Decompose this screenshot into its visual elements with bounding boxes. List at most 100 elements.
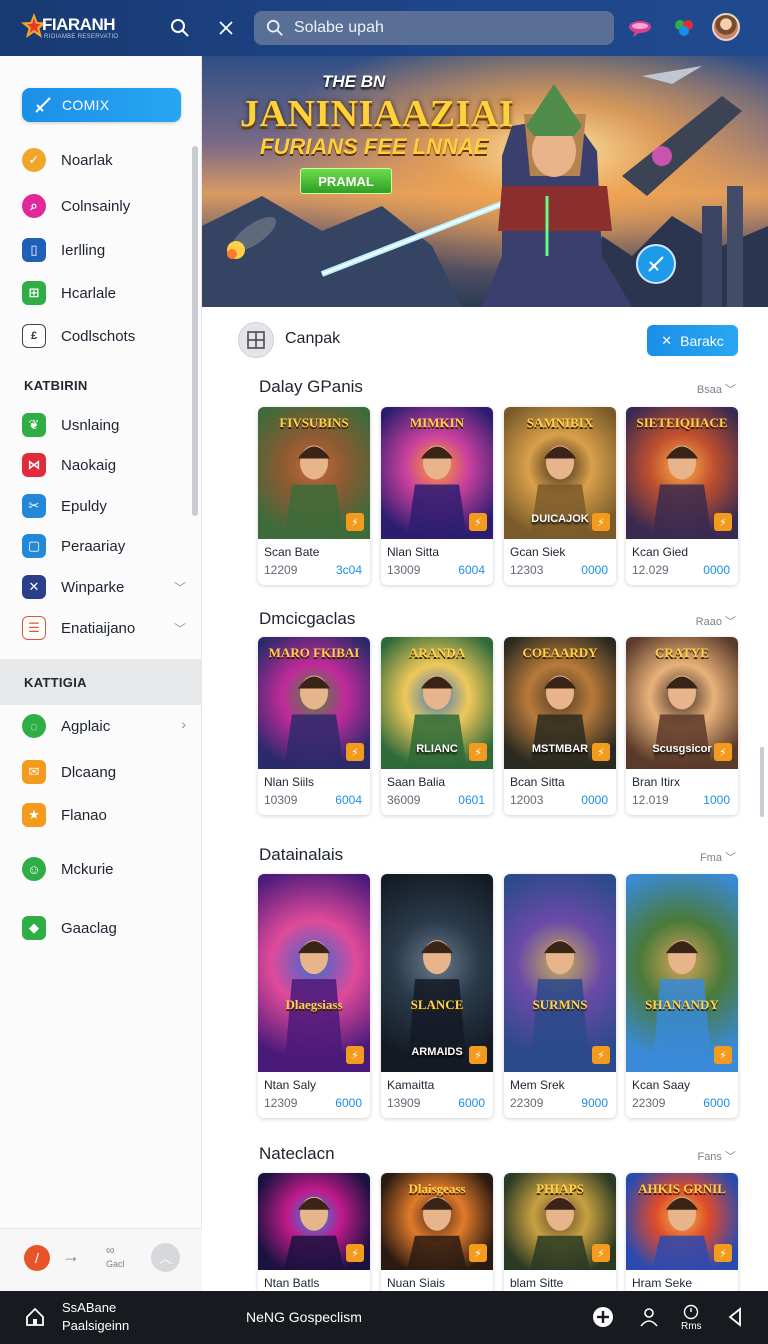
nav-title[interactable]: SsABane [62,1300,116,1315]
search-input[interactable] [294,19,594,37]
game-value: 6004 [458,563,485,577]
game-count: 10309 [264,793,298,807]
bolt-badge-icon: ⚡ [469,1046,487,1064]
bolt-badge-icon: ⚡ [346,1046,364,1064]
chevron-down-icon[interactable]: ﹀ [174,620,186,637]
bolt-badge-icon: ⚡ [714,513,732,531]
apps-icon[interactable] [670,14,698,42]
game-card[interactable]: AHKIS GRNIL ⚡ Hram Seke [626,1173,738,1296]
game-value: 0000 [581,563,608,577]
record-icon[interactable]: / [24,1245,50,1271]
section-heading-kattigia: KATTIGIA [24,675,87,690]
cover-title: SURMNS [532,996,588,1012]
sidebar-item-ierlling[interactable]: ▯ Ierlling [22,235,192,265]
banner-cta-button[interactable]: PRAMAL [300,168,392,194]
chevron-right-icon[interactable]: › [181,716,186,732]
section-more-dropdown[interactable]: Fans ﹀ [697,1148,736,1164]
hero-banner[interactable]: THE BN JANINIAAZIAI FURIANS FEE LNNAE PR… [202,56,768,307]
game-card[interactable]: SURMNS ⚡ Mem Srek 22309 9000 [504,874,616,1118]
game-card[interactable]: FIVSUBINS ⚡ Scan Bate 12209 3c04 [258,407,370,585]
game-count: 12303 [510,563,544,577]
bolt-badge-icon: ⚡ [346,1244,364,1262]
cover-title: FIVSUBINS [279,415,349,430]
section-more-dropdown[interactable]: Raao ﹀ [696,613,736,629]
add-circle-icon[interactable] [590,1304,616,1330]
game-card[interactable]: Dlaisgeass ⚡ Nuan Siais [381,1173,493,1296]
game-value: 0601 [458,793,485,807]
sidebar-item-colnsainly[interactable]: ⌕ Colnsainly [22,191,192,221]
sidebar-item-epuldy[interactable]: ✂ Epuldy [22,491,192,521]
game-card[interactable]: CRATYE Scusgsicor ⚡ Bran Itirx 12.019 1000 [626,637,738,815]
section-more-dropdown[interactable]: Fma ﹀ [700,849,736,865]
sidebar-item-agplaic[interactable]: ◌ Agplaic › [22,711,192,741]
game-name: Nuan Siais [387,1276,446,1290]
app-window: FIARANH RIOIAMBE RESERVATIO COMIX [0,0,768,1344]
sidebar-item-hcarlale[interactable]: ⊞ Hcarlale [22,278,192,308]
game-card[interactable]: ⚡ Ntan Batls [258,1173,370,1296]
chat-bubble-icon[interactable] [626,14,654,42]
close-icon[interactable] [212,14,240,42]
sidebar-item-label: Dlcaang [61,763,117,781]
cover-title: AHKIS GRNIL [638,1181,726,1196]
main-scrollbar[interactable] [760,747,764,817]
game-card[interactable]: SHANANDY ⚡ Kcan Saay 22309 6000 [626,874,738,1118]
sidebar-item-noarlak[interactable]: ✓ Noarlak [22,145,192,175]
arrow-right-icon[interactable]: → [62,1246,80,1267]
cover-title: MIMKIN [409,415,465,430]
game-card[interactable]: ARANDA RLIANC ⚡ Saan Balia 36009 0601 [381,637,493,815]
sidebar-item-enatiaijano[interactable]: ☰ Enatiaijano ﹀ [22,613,192,643]
game-cover-image: PHIAPS ⚡ [504,1173,616,1270]
sidebar-item-dlcaang[interactable]: ✉ Dlcaang [22,757,192,787]
link-icon[interactable]: ∞ [106,1243,115,1257]
sidebar-scrollbar[interactable] [192,146,198,516]
sidebar-item-codlschots[interactable]: £ Codlschots [22,321,192,351]
search-bar[interactable] [254,11,614,45]
comix-button[interactable]: COMIX [22,88,181,122]
main-content: Canpak ✕ Barakc Dalay GPanis Bsaa ﹀ FIVSUB… [202,307,768,1296]
game-card[interactable]: Dlaegsiass ⚡ Ntan Saly 12309 6000 [258,874,370,1118]
app-logo[interactable]: FIARANH RIOIAMBE RESERVATIO [14,10,134,46]
game-card[interactable]: SAMNIBIX DUICAJOK ⚡ Gcan Siek 12303 0000 [504,407,616,585]
game-card[interactable]: PHIAPS ⚡ blam Sitte [504,1173,616,1296]
mail-icon: ✉ [22,760,46,784]
scroll-top-icon[interactable]: ︿ [151,1243,180,1272]
home-icon[interactable] [24,1306,46,1328]
game-value: 6000 [335,1096,362,1110]
sidebar-item-winparke[interactable]: ✕ Winparke ﹀ [22,572,192,602]
chevron-down-icon[interactable]: ﹀ [174,579,186,596]
game-card[interactable]: SLANCE ARMAIDS ⚡ Kamaitta 13909 6000 [381,874,493,1118]
sidebar-item-mckurie[interactable]: ☺ Mckurie [22,854,192,884]
back-icon[interactable] [722,1304,748,1330]
swords-action-icon[interactable] [636,244,676,284]
sidebar-item-gaaclag[interactable]: ◆ Gaaclag [22,913,192,943]
bolt-badge-icon: ⚡ [469,743,487,761]
bolt-badge-icon: ⚡ [469,513,487,531]
sidebar-item-usnlaing[interactable]: ❦ Usnlaing [22,410,192,440]
sidebar-item-label: Agplaic [61,717,111,735]
chevron-down-icon: ﹀ [721,616,736,628]
game-card[interactable]: SIETEIQIIACE ⚡ Kcan Gied 12.029 0000 [626,407,738,585]
game-count: 13009 [387,563,421,577]
sidebar-item-peraariay[interactable]: ▢ Peraariay [22,531,192,561]
game-name: Ntan Batls [264,1276,320,1290]
sidebar-item-flanao[interactable]: ★ Flanao [22,800,192,830]
profile-action-button[interactable]: ✕ Barakc [647,325,738,356]
chat-icon: ◌ [22,714,46,738]
search-icon[interactable] [166,14,194,42]
book-icon: ▯ [22,238,46,262]
game-cover-image: MARO FKIBAI ⚡ [258,637,370,769]
profile-icon[interactable] [636,1304,662,1330]
game-card[interactable]: MIMKIN ⚡ Nlan Sitta 13009 6004 [381,407,493,585]
game-cover-image: CRATYE Scusgsicor ⚡ [626,637,738,769]
nav-center-label[interactable]: NeNG Gospeclism [246,1309,362,1325]
game-cover-image: MIMKIN ⚡ [381,407,493,539]
nav-subtitle[interactable]: Paalsigeinn [62,1318,129,1333]
bolt-badge-icon: ⚡ [592,1244,610,1262]
user-avatar[interactable] [712,13,740,41]
game-card[interactable]: COEAARDY MSTMBAR ⚡ Bcan Sitta 12003 0000 [504,637,616,815]
sidebar-item-naokaig[interactable]: ⋈ Naokaig [22,450,192,480]
game-card[interactable]: MARO FKIBAI ⚡ Nlan Siils 10309 6004 [258,637,370,815]
profile-avatar[interactable] [238,322,274,358]
logo-subtitle: RIOIAMBE RESERVATIO [44,34,119,40]
section-more-dropdown[interactable]: Bsaa ﹀ [697,381,736,397]
